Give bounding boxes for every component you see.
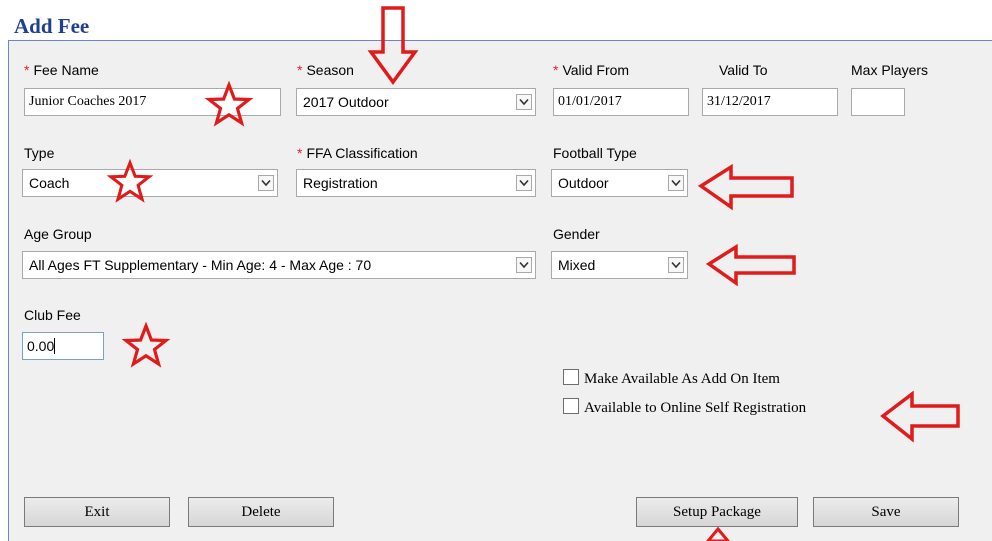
gender-label: Gender bbox=[553, 226, 600, 242]
valid-to-label: Valid To bbox=[719, 62, 768, 78]
club-fee-label: Club Fee bbox=[24, 307, 81, 323]
type-select-value: Coach bbox=[29, 175, 70, 191]
valid-from-label: * Valid From bbox=[553, 62, 629, 78]
valid-to-input[interactable]: 31/12/2017 bbox=[702, 88, 838, 116]
club-fee-input[interactable]: 0.00 bbox=[22, 332, 104, 360]
valid-from-label-text: Valid From bbox=[562, 62, 630, 78]
chevron-down-icon[interactable] bbox=[668, 257, 684, 273]
add-on-item-option[interactable]: Make Available As Add On Item bbox=[563, 369, 780, 388]
ffa-classification-select-value: Registration bbox=[303, 175, 378, 191]
required-marker: * bbox=[297, 145, 303, 161]
online-self-registration-checkbox-label: Available to Online Self Registration bbox=[584, 400, 807, 416]
online-self-registration-option[interactable]: Available to Online Self Registration bbox=[563, 398, 806, 417]
exit-button[interactable]: Exit bbox=[24, 497, 170, 527]
age-group-select-value: All Ages FT Supplementary - Min Age: 4 -… bbox=[29, 257, 372, 273]
star-annotation-icon bbox=[204, 80, 254, 127]
season-label: * Season bbox=[297, 62, 354, 78]
football-type-select[interactable]: Outdoor bbox=[551, 169, 688, 197]
season-label-text: Season bbox=[306, 62, 354, 78]
fee-name-label: * Fee Name bbox=[24, 62, 99, 78]
season-select-value: 2017 Outdoor bbox=[303, 94, 389, 110]
setup-package-button[interactable]: Setup Package bbox=[636, 497, 798, 527]
ffa-classification-label-text: FFA Classification bbox=[306, 145, 418, 161]
chevron-down-icon[interactable] bbox=[516, 257, 532, 273]
required-marker: * bbox=[553, 62, 559, 78]
max-players-label: Max Players bbox=[851, 62, 929, 78]
arrow-left-annotation-icon bbox=[880, 390, 960, 443]
add-on-item-checkbox[interactable] bbox=[563, 369, 579, 385]
online-self-registration-checkbox[interactable] bbox=[563, 398, 579, 414]
required-marker: * bbox=[297, 62, 303, 78]
text-cursor bbox=[54, 338, 56, 354]
arrow-left-annotation-icon bbox=[697, 163, 794, 211]
age-group-select[interactable]: All Ages FT Supplementary - Min Age: 4 -… bbox=[22, 251, 536, 279]
star-annotation-icon bbox=[106, 158, 154, 203]
chevron-down-icon[interactable] bbox=[258, 175, 274, 191]
delete-button[interactable]: Delete bbox=[188, 497, 334, 527]
type-label: Type bbox=[24, 145, 55, 161]
ffa-classification-select[interactable]: Registration bbox=[296, 169, 536, 197]
max-players-input[interactable] bbox=[851, 88, 905, 116]
chevron-down-icon[interactable] bbox=[516, 94, 532, 110]
chevron-down-icon[interactable] bbox=[516, 175, 532, 191]
valid-from-input[interactable]: 01/01/2017 bbox=[553, 88, 689, 116]
fee-name-label-text: Fee Name bbox=[33, 62, 99, 78]
arrow-up-annotation-icon bbox=[706, 526, 730, 541]
club-fee-value: 0.00 bbox=[27, 338, 55, 354]
football-type-label: Football Type bbox=[553, 145, 637, 161]
season-select[interactable]: 2017 Outdoor bbox=[296, 88, 536, 116]
required-marker: * bbox=[24, 62, 30, 78]
page-title: Add Fee bbox=[14, 14, 90, 38]
arrow-down-annotation-icon bbox=[367, 6, 419, 85]
gender-select[interactable]: Mixed bbox=[551, 251, 688, 279]
ffa-classification-label: * FFA Classification bbox=[297, 145, 418, 161]
save-button[interactable]: Save bbox=[813, 497, 959, 527]
arrow-left-annotation-icon bbox=[705, 243, 796, 287]
chevron-down-icon[interactable] bbox=[668, 175, 684, 191]
age-group-label: Age Group bbox=[24, 226, 92, 242]
add-on-item-checkbox-label: Make Available As Add On Item bbox=[584, 371, 780, 387]
star-annotation-icon bbox=[121, 321, 171, 368]
football-type-select-value: Outdoor bbox=[558, 175, 609, 191]
gender-select-value: Mixed bbox=[558, 257, 596, 273]
